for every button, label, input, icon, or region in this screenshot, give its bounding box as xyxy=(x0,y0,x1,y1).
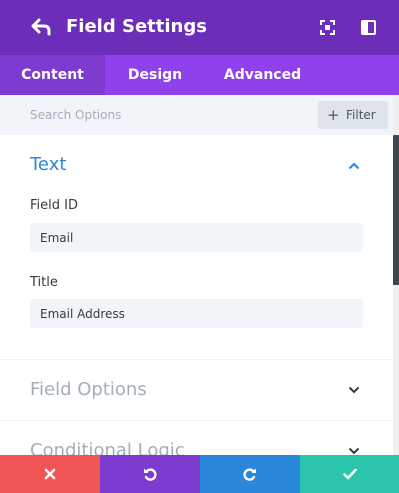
tab-design[interactable]: Design xyxy=(105,55,205,95)
section-divider xyxy=(0,420,393,421)
tab-bar: Content Design Advanced xyxy=(0,55,399,95)
search-input[interactable] xyxy=(30,105,300,125)
sidebar-toggle-icon[interactable] xyxy=(361,20,376,35)
section-title-text[interactable]: Text xyxy=(30,153,66,177)
undo-icon xyxy=(144,468,157,481)
tab-advanced[interactable]: Advanced xyxy=(205,55,320,95)
redo-button[interactable] xyxy=(200,455,300,493)
title-input[interactable] xyxy=(30,299,363,328)
close-icon xyxy=(44,468,56,480)
field-id-label: Field ID xyxy=(30,198,78,213)
redo-icon xyxy=(243,468,256,481)
plus-icon: + xyxy=(327,106,340,124)
scrollbar-thumb[interactable] xyxy=(393,135,399,285)
chevron-down-icon[interactable] xyxy=(348,386,360,394)
undo-button[interactable] xyxy=(100,455,200,493)
discard-button[interactable] xyxy=(0,455,100,493)
action-bar xyxy=(0,455,399,493)
chevron-down-icon[interactable] xyxy=(348,447,360,455)
modal-header: Field Settings xyxy=(0,0,399,55)
modal-title: Field Settings xyxy=(66,16,207,37)
check-icon xyxy=(342,468,357,480)
section-title-field-options[interactable]: Field Options xyxy=(30,378,147,402)
filter-label: Filter xyxy=(346,108,376,122)
field-id-input[interactable] xyxy=(30,223,363,252)
tab-content[interactable]: Content xyxy=(0,55,105,95)
filter-button[interactable]: + Filter xyxy=(318,101,388,129)
chevron-up-icon[interactable] xyxy=(348,162,360,170)
back-arrow-icon[interactable] xyxy=(30,17,52,37)
title-label: Title xyxy=(30,275,58,290)
save-button[interactable] xyxy=(300,455,399,493)
expand-icon[interactable] xyxy=(320,20,335,35)
